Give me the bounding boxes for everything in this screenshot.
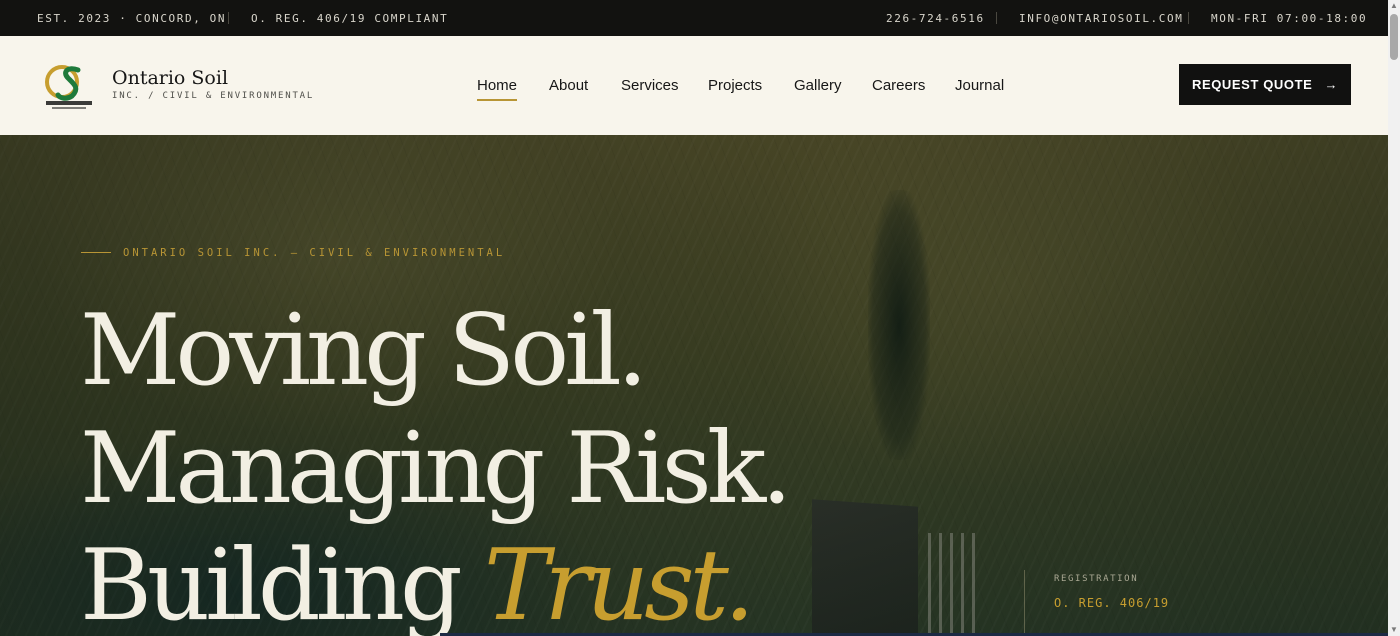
scroll-thumb[interactable] xyxy=(1390,14,1398,60)
nav-home[interactable]: Home xyxy=(477,77,518,101)
nav-projects[interactable]: Projects xyxy=(708,77,762,94)
request-quote-button[interactable]: REQUEST QUOTE → xyxy=(1179,64,1351,105)
divider xyxy=(996,12,997,24)
arrow-right-icon: → xyxy=(1324,77,1339,92)
os-monogram-logo-icon xyxy=(45,65,92,109)
logo-link[interactable] xyxy=(44,62,94,112)
registration-value: O. REG. 406/19 xyxy=(1054,596,1170,610)
hero-headline-line-1: Moving Soil. xyxy=(80,294,648,408)
headline-prefix: Building xyxy=(80,529,463,636)
eyebrow-rule xyxy=(81,252,111,253)
page-scrollbar[interactable]: ▲ ▼ xyxy=(1388,0,1400,636)
nav-about[interactable]: About xyxy=(549,77,588,94)
established-text: EST. 2023 · CONCORD, ON xyxy=(37,12,227,25)
site-header: Ontario Soil INC. / CIVIL & ENVIRONMENTA… xyxy=(0,36,1388,135)
brand-name[interactable]: Ontario Soil xyxy=(112,67,228,89)
phone-link[interactable]: 226-724-6516 xyxy=(886,12,985,25)
nav-gallery[interactable]: Gallery xyxy=(794,77,842,94)
hero-eyebrow: ONTARIO SOIL INC. — CIVIL & ENVIRONMENTA… xyxy=(123,247,506,259)
brand-subtitle: INC. / CIVIL & ENVIRONMENTAL xyxy=(112,91,315,101)
top-utility-bar: EST. 2023 · CONCORD, ON O. REG. 406/19 C… xyxy=(0,0,1388,36)
hero-headline-line-2: Managing Risk. xyxy=(80,412,792,526)
nav-services[interactable]: Services xyxy=(621,77,679,94)
headline-accent: Trust. xyxy=(483,529,755,636)
hero-section: ONTARIO SOIL INC. — CIVIL & ENVIRONMENTA… xyxy=(0,135,1388,636)
email-link[interactable]: INFO@ONTARIOSOIL.COM xyxy=(1019,12,1183,25)
hero-headline-line-3: Building Trust. xyxy=(80,537,755,635)
divider xyxy=(228,12,229,24)
request-quote-label: REQUEST QUOTE xyxy=(1191,77,1313,92)
registration-rule xyxy=(1024,570,1025,636)
hours-text: MON-FRI 07:00-18:00 xyxy=(1211,12,1368,25)
compliance-text: O. REG. 406/19 COMPLIANT xyxy=(251,12,449,25)
scroll-up-icon[interactable]: ▲ xyxy=(1388,0,1400,12)
divider xyxy=(1188,12,1189,24)
registration-label: REGISTRATION xyxy=(1054,574,1139,584)
scroll-down-icon[interactable]: ▼ xyxy=(1388,624,1400,636)
nav-careers[interactable]: Careers xyxy=(872,77,925,94)
nav-journal[interactable]: Journal xyxy=(955,77,1004,94)
